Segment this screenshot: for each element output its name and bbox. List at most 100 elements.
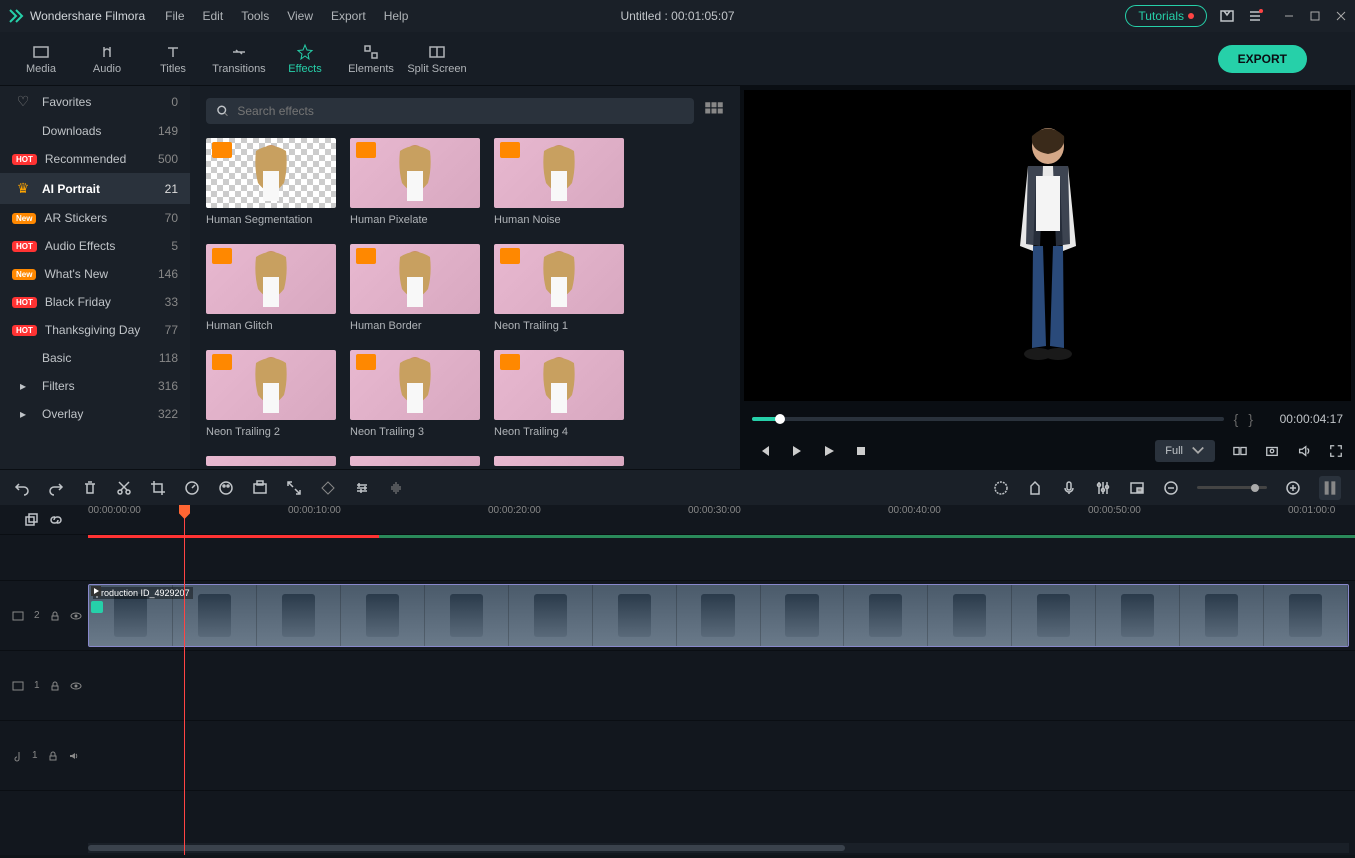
track-content[interactable] <box>88 721 1355 790</box>
effect-human-segmentation[interactable]: Human Segmentation <box>206 138 336 226</box>
eye-icon[interactable] <box>70 611 82 621</box>
grid-view-icon[interactable] <box>704 101 724 121</box>
minimize-icon[interactable] <box>1283 10 1295 22</box>
keyframe-icon[interactable] <box>320 480 336 496</box>
snapshot-icon[interactable] <box>1265 444 1279 458</box>
track-content[interactable] <box>88 541 1355 580</box>
effect-human-border[interactable]: Human Border <box>350 244 480 332</box>
menu-export[interactable]: Export <box>331 9 366 23</box>
video-clip[interactable]: production ID_4929207 <box>88 584 1349 647</box>
scrub-track[interactable] <box>752 417 1224 421</box>
sidebar-item-ai-portrait[interactable]: ♛AI Portrait21 <box>0 173 190 204</box>
green-screen-icon[interactable] <box>252 480 268 496</box>
track-header[interactable]: 2 <box>0 581 88 650</box>
voiceover-icon[interactable] <box>1061 480 1077 496</box>
effect-neon-trailing-1[interactable]: Neon Trailing 1 <box>494 244 624 332</box>
detach-icon[interactable] <box>286 480 302 496</box>
sidebar-item-thanksgiving-day[interactable]: HOTThanksgiving Day77 <box>0 316 190 344</box>
timeline-ruler[interactable]: 00:00:00:0000:00:10:0000:00:20:0000:00:3… <box>88 505 1355 534</box>
preview-viewport[interactable] <box>744 90 1351 401</box>
pip-icon[interactable] <box>1129 480 1145 496</box>
menu-tools[interactable]: Tools <box>241 9 269 23</box>
mark-in-icon[interactable]: { <box>1234 411 1239 427</box>
menu-edit[interactable]: Edit <box>203 9 224 23</box>
mark-out-icon[interactable]: } <box>1248 411 1253 427</box>
track-header[interactable]: 1 <box>0 651 88 720</box>
sidebar-item-downloads[interactable]: Downloads149 <box>0 117 190 145</box>
volume-icon[interactable] <box>1297 444 1311 458</box>
effect-neon-trailing-3[interactable]: Neon Trailing 3 <box>350 350 480 438</box>
link-icon[interactable] <box>49 513 63 527</box>
track-header[interactable] <box>0 541 88 580</box>
stop-icon[interactable] <box>854 444 868 458</box>
effect-neon-trailing-2[interactable]: Neon Trailing 2 <box>206 350 336 438</box>
undo-icon[interactable] <box>14 480 30 496</box>
sidebar-item-basic[interactable]: Basic118 <box>0 344 190 372</box>
tab-transitions[interactable]: Transitions <box>206 32 272 85</box>
speed-icon[interactable] <box>184 480 200 496</box>
play-icon[interactable] <box>822 444 836 458</box>
crop-icon[interactable] <box>150 480 166 496</box>
tab-audio[interactable]: Audio <box>74 32 140 85</box>
track-header[interactable]: 1 <box>0 721 88 790</box>
zoom-out-icon[interactable] <box>1163 480 1179 496</box>
timeline-scrollbar[interactable] <box>88 843 1349 853</box>
message-icon[interactable] <box>1219 8 1235 24</box>
maximize-icon[interactable] <box>1309 10 1321 22</box>
tab-effects[interactable]: Effects <box>272 32 338 85</box>
prev-frame-icon[interactable] <box>758 444 772 458</box>
redo-icon[interactable] <box>48 480 64 496</box>
effect-human-noise[interactable]: Human Noise <box>494 138 624 226</box>
timeline-track: 1 <box>0 721 1355 791</box>
menu-help[interactable]: Help <box>384 9 409 23</box>
duplicate-icon[interactable] <box>25 513 39 527</box>
adjust-icon[interactable] <box>354 480 370 496</box>
zoom-in-icon[interactable] <box>1285 480 1301 496</box>
marker-icon[interactable] <box>1027 480 1043 496</box>
export-button[interactable]: EXPORT <box>1218 45 1307 73</box>
play-pause-icon[interactable] <box>790 444 804 458</box>
fullscreen-icon[interactable] <box>1329 444 1343 458</box>
tab-titles[interactable]: Titles <box>140 32 206 85</box>
sidebar-item-audio-effects[interactable]: HOTAudio Effects5 <box>0 232 190 260</box>
delete-icon[interactable] <box>82 480 98 496</box>
menu-view[interactable]: View <box>287 9 313 23</box>
sidebar-item-ar-stickers[interactable]: NewAR Stickers70 <box>0 204 190 232</box>
effect-human-pixelate[interactable]: Human Pixelate <box>350 138 480 226</box>
search-input[interactable] <box>237 104 684 118</box>
quality-select[interactable]: Full <box>1155 440 1215 462</box>
effect-human-glitch[interactable]: Human Glitch <box>206 244 336 332</box>
menu-file[interactable]: File <box>165 9 184 23</box>
tab-media[interactable]: Media <box>8 32 74 85</box>
sidebar-item-what's-new[interactable]: NewWhat's New146 <box>0 260 190 288</box>
tutorials-button[interactable]: Tutorials <box>1125 5 1207 27</box>
sidebar-item-black-friday[interactable]: HOTBlack Friday33 <box>0 288 190 316</box>
zoom-slider[interactable] <box>1197 486 1267 489</box>
sidebar-item-favorites[interactable]: ♡Favorites0 <box>0 86 190 117</box>
timeline-pause-button[interactable] <box>1319 476 1341 500</box>
playhead[interactable] <box>184 505 185 855</box>
compare-icon[interactable] <box>1233 444 1247 458</box>
scrub-handle[interactable] <box>775 414 785 424</box>
track-content[interactable]: production ID_4929207 <box>88 581 1355 650</box>
sidebar-item-filters[interactable]: ▸Filters316 <box>0 372 190 400</box>
tab-elements[interactable]: Elements <box>338 32 404 85</box>
speaker-icon[interactable] <box>68 751 80 761</box>
lock-icon[interactable] <box>50 681 60 691</box>
sidebar-item-overlay[interactable]: ▸Overlay322 <box>0 400 190 428</box>
eye-icon[interactable] <box>70 681 82 691</box>
color-icon[interactable] <box>218 480 234 496</box>
lock-icon[interactable] <box>50 611 60 621</box>
close-icon[interactable] <box>1335 10 1347 22</box>
audio-wave-icon[interactable] <box>388 480 404 496</box>
track-content[interactable] <box>88 651 1355 720</box>
tasks-icon[interactable] <box>1247 8 1263 24</box>
sidebar-item-recommended[interactable]: HOTRecommended500 <box>0 145 190 173</box>
effect-neon-trailing-4[interactable]: Neon Trailing 4 <box>494 350 624 438</box>
cut-icon[interactable] <box>116 480 132 496</box>
mixer-icon[interactable] <box>1095 480 1111 496</box>
tab-split-screen[interactable]: Split Screen <box>404 32 470 85</box>
search-box[interactable] <box>206 98 694 124</box>
render-icon[interactable] <box>993 480 1009 496</box>
lock-icon[interactable] <box>48 751 58 761</box>
